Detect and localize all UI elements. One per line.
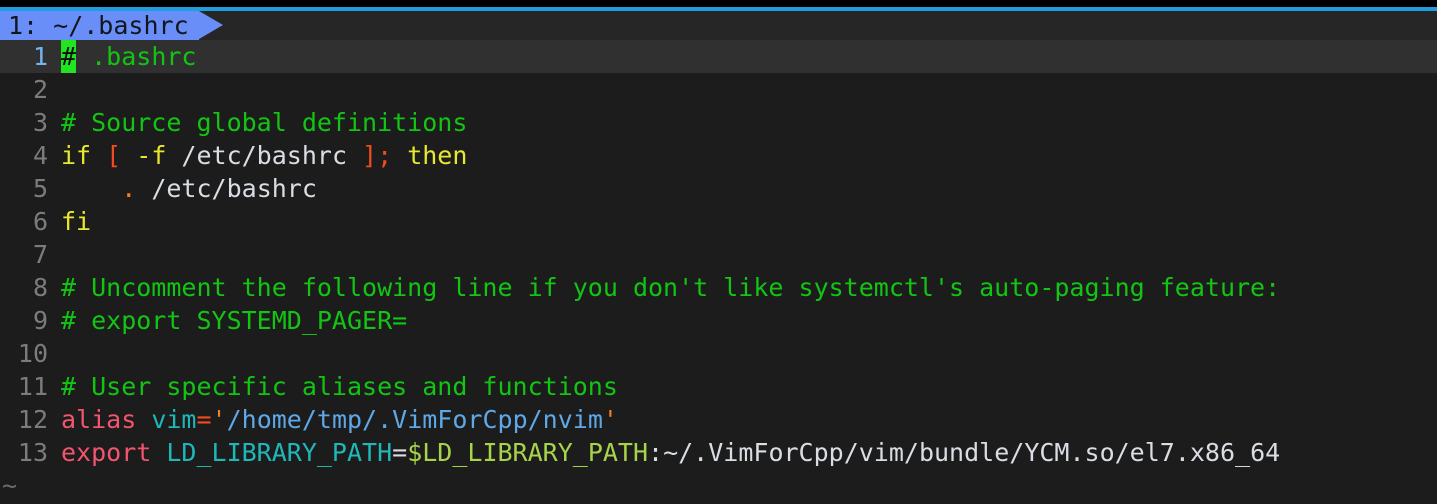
line-content — [48, 337, 76, 370]
code-token: alias — [61, 405, 152, 434]
code-token: [ — [106, 141, 137, 170]
line-number: 8 — [32, 273, 48, 302]
line-number: 4 — [32, 141, 48, 170]
editor-line[interactable]: 8 # Uncomment the following line if you d… — [0, 271, 1437, 304]
tab-bashrc[interactable]: 1: ~/.bashrc — [0, 11, 199, 40]
line-content — [48, 238, 76, 271]
editor-line[interactable]: 11 # User specific aliases and functions — [0, 370, 1437, 403]
code-token: :~/.VimForCpp/vim/bundle/YCM.so/el7.x86_… — [648, 438, 1281, 467]
code-token: /etc/bashrc — [136, 174, 317, 203]
code-token: # User specific aliases and functions — [61, 372, 618, 401]
editor-line[interactable]: 7 — [0, 238, 1437, 271]
code-token: if — [61, 141, 107, 170]
line-content — [48, 73, 76, 106]
editor-line[interactable]: 4 if [ -f /etc/bashrc ]; then — [0, 139, 1437, 172]
line-number: 12 — [17, 405, 48, 434]
line-content: . /etc/bashrc — [48, 172, 317, 205]
line-number: 9 — [32, 306, 48, 335]
code-token: # Uncomment the following line if you do… — [61, 273, 1281, 302]
editor-line[interactable]: 9 # export SYSTEMD_PAGER= — [0, 304, 1437, 337]
text-cursor: # — [61, 40, 77, 73]
line-content: alias vim='/home/tmp/.VimForCpp/nvim' — [48, 403, 618, 436]
line-content: # .bashrc — [48, 40, 196, 73]
code-token: then — [392, 141, 468, 170]
vim-window: 1: ~/.bashrc 1 # .bashrc 2 3 # Source globa… — [0, 0, 1437, 504]
editor-line[interactable]: 1 # .bashrc — [0, 40, 1437, 73]
line-number: 3 — [32, 108, 48, 137]
line-content: fi — [48, 205, 91, 238]
line-content: # export SYSTEMD_PAGER= — [48, 304, 407, 337]
tab-label: 1: ~/.bashrc — [8, 11, 189, 40]
line-number: 10 — [17, 339, 48, 368]
line-content: # Source global definitions — [48, 106, 467, 139]
code-token: # Source global definitions — [61, 108, 468, 137]
code-token: vim — [151, 405, 197, 434]
code-token: ' — [211, 405, 227, 434]
editor-buffer[interactable]: 1 # .bashrc 2 3 # Source global definitions… — [0, 40, 1437, 502]
line-number: 11 — [17, 372, 48, 401]
line-number: 13 — [17, 438, 48, 467]
code-token: /home/tmp/.VimForCpp/nvim — [226, 405, 603, 434]
line-content: if [ -f /etc/bashrc ]; then — [48, 139, 467, 172]
editor-line[interactable]: 10 — [0, 337, 1437, 370]
code-token: = — [196, 405, 212, 434]
code-token: LD_LIBRARY_PATH — [166, 438, 393, 467]
code-token: . — [121, 174, 137, 203]
code-token: -f — [136, 141, 167, 170]
tab-arrow-icon — [198, 11, 223, 39]
tabline: 1: ~/.bashrc — [0, 11, 1437, 40]
editor-line[interactable]: 3 # Source global definitions — [0, 106, 1437, 139]
line-number: 2 — [32, 75, 48, 104]
editor-line[interactable]: 13 export LD_LIBRARY_PATH=$LD_LIBRARY_PAT… — [0, 436, 1437, 469]
line-number: 6 — [32, 207, 48, 236]
line-content: export LD_LIBRARY_PATH=$LD_LIBRARY_PATH:… — [48, 436, 1280, 469]
code-token: $LD_LIBRARY_PATH — [407, 438, 649, 467]
editor-line[interactable]: 5 . /etc/bashrc — [0, 172, 1437, 205]
filler-row: ~ — [0, 469, 1437, 502]
line-number: 1 — [32, 42, 48, 71]
filler-tilde: ~ — [2, 471, 18, 500]
code-token: = — [392, 438, 408, 467]
line-content: # User specific aliases and functions — [48, 370, 618, 403]
editor-line[interactable]: 2 — [0, 73, 1437, 106]
code-token: ' — [602, 405, 618, 434]
line-content: # Uncomment the following line if you do… — [48, 271, 1280, 304]
code-token: fi — [61, 207, 92, 236]
code-token: .bashrc — [76, 42, 197, 71]
code-token: ]; — [362, 141, 393, 170]
window-top-strip — [0, 0, 1437, 7]
code-token: export — [61, 438, 167, 467]
line-number: 7 — [32, 240, 48, 269]
code-token: /etc/bashrc — [166, 141, 363, 170]
editor-line[interactable]: 6 fi — [0, 205, 1437, 238]
code-token: # export SYSTEMD_PAGER= — [61, 306, 408, 335]
line-number: 5 — [32, 174, 48, 203]
editor-line[interactable]: 12 alias vim='/home/tmp/.VimForCpp/nvim' — [0, 403, 1437, 436]
